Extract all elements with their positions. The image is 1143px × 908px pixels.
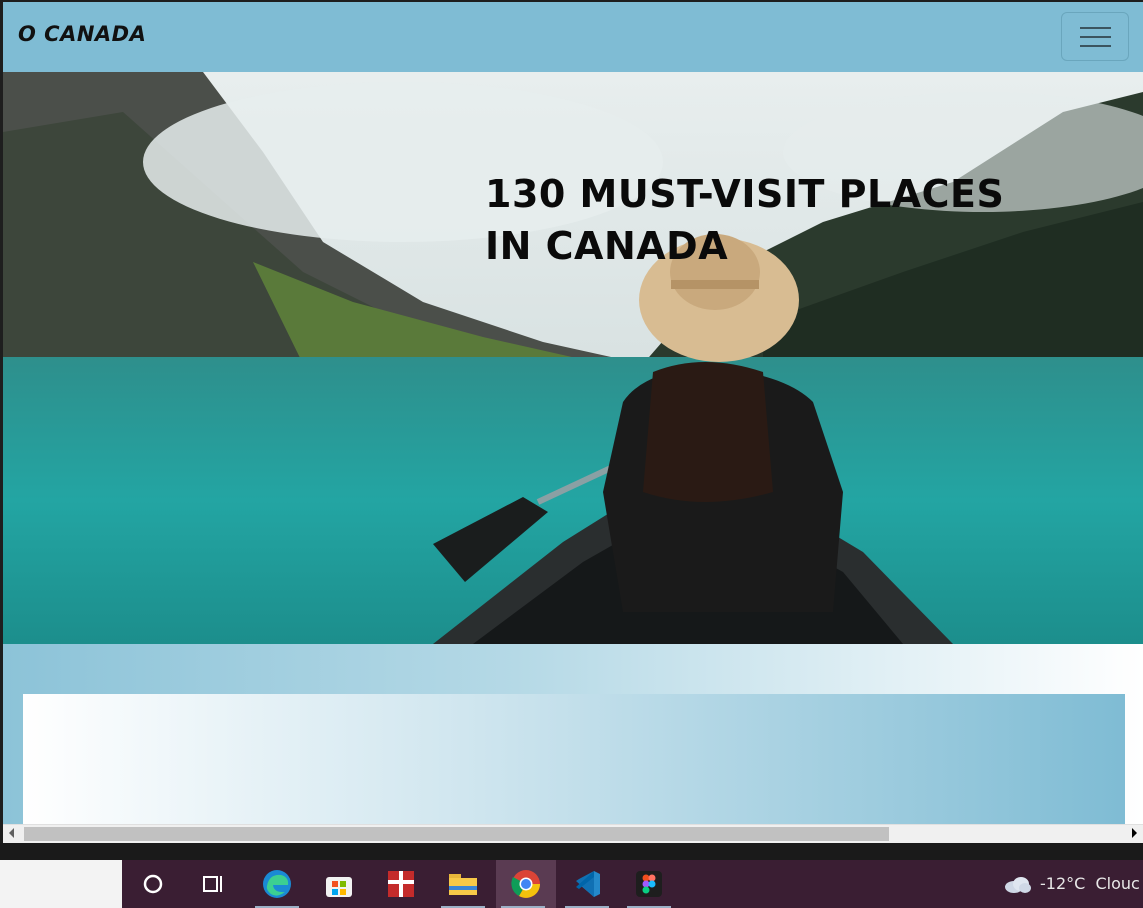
edge-icon[interactable] <box>250 860 304 908</box>
hamburger-icon <box>1080 27 1111 29</box>
navbar: O CANADA <box>3 2 1143 72</box>
taskbar: -12°C Clouc <box>0 860 1143 908</box>
weather-condition: Clouc <box>1095 874 1140 893</box>
weather-temperature: -12°C <box>1040 874 1086 893</box>
scrollbar-thumb[interactable] <box>24 827 889 841</box>
vscode-icon[interactable] <box>560 860 614 908</box>
cloud-icon <box>1005 876 1031 893</box>
hero-banner: 130 MUST-VISIT PLACES IN CANADA <box>3 72 1143 644</box>
task-view-icon[interactable] <box>186 860 240 908</box>
figma-icon[interactable] <box>622 860 676 908</box>
horizontal-scrollbar[interactable] <box>3 824 1143 843</box>
brand-logo[interactable]: O CANADA <box>18 22 146 46</box>
file-explorer-icon[interactable] <box>436 860 490 908</box>
scroll-left-arrow-icon[interactable] <box>9 828 14 838</box>
weather-widget[interactable]: -12°C Clouc <box>1004 874 1140 894</box>
hero-title: 130 MUST-VISIT PLACES IN CANADA <box>485 172 1005 268</box>
scroll-right-arrow-icon[interactable] <box>1132 828 1137 838</box>
content-card <box>23 694 1125 824</box>
web-page: O CANADA 130 MUST-VISIT PLACES IN CANADA <box>3 2 1143 824</box>
browser-window: O CANADA 130 MUST-VISIT PLACES IN CANADA <box>0 0 1143 843</box>
hero-image <box>3 72 1143 644</box>
gift-icon[interactable] <box>374 860 428 908</box>
taskbar-search-area[interactable] <box>0 860 122 908</box>
cortana-icon[interactable] <box>126 860 180 908</box>
chrome-icon[interactable] <box>496 860 556 908</box>
navbar-toggler-button[interactable] <box>1061 12 1129 61</box>
store-icon[interactable] <box>312 860 366 908</box>
content-section <box>3 644 1143 824</box>
